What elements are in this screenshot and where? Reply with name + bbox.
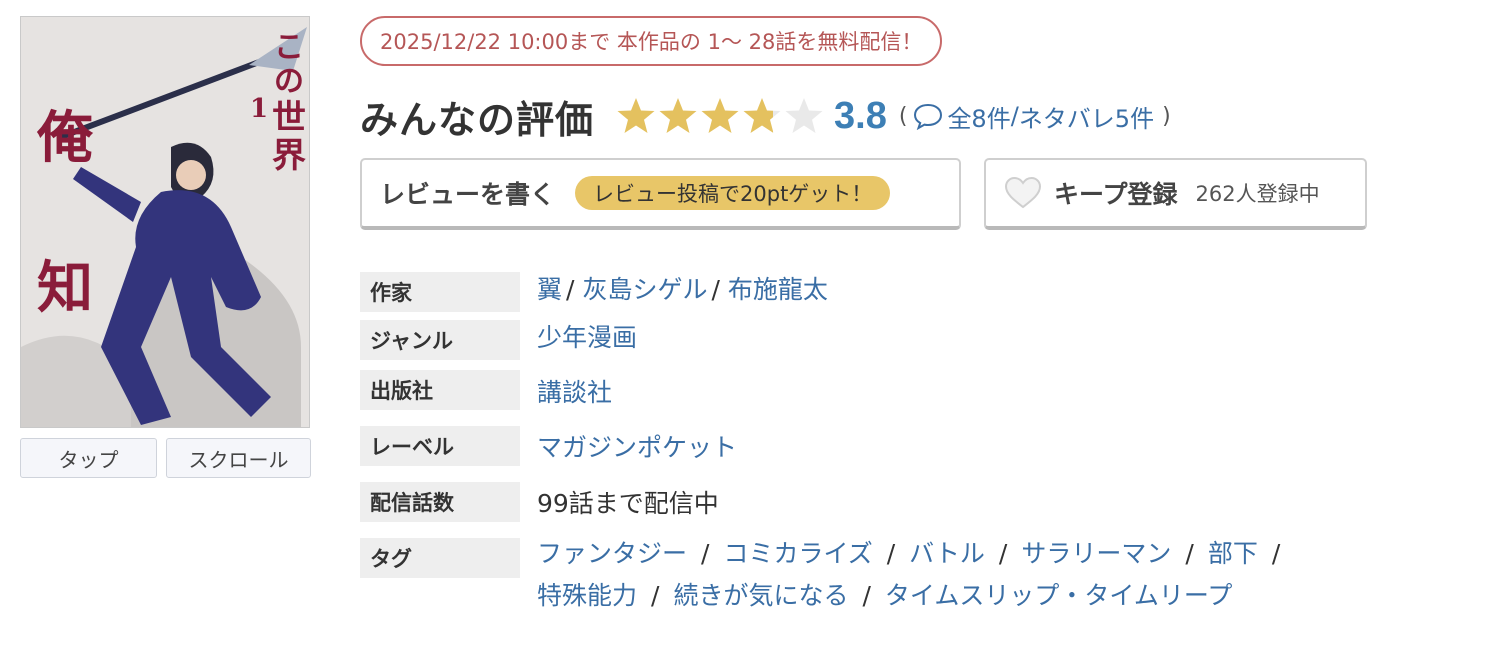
genre-value: 少年漫画	[537, 318, 637, 354]
tag-separator: /	[862, 581, 871, 610]
cover-artwork: こ の 世 界 俺 知 1	[21, 17, 309, 427]
label-value: マガジンポケット	[537, 428, 737, 464]
tag-link[interactable]: 部下	[1208, 539, 1258, 568]
tag-separator: /	[651, 581, 660, 610]
label-link[interactable]: マガジンポケット	[537, 433, 737, 462]
cover-title-glyph-1: こ	[274, 30, 304, 65]
open-paren: (	[898, 103, 908, 129]
publisher-link[interactable]: 講談社	[537, 378, 612, 407]
review-slash: /	[1010, 102, 1019, 130]
genre-link[interactable]: 少年漫画	[537, 323, 637, 352]
close-paren: )	[1162, 103, 1171, 129]
tag-separator: /	[998, 539, 1008, 568]
tag-link[interactable]: 続きが気になる	[673, 581, 848, 610]
author-link-2[interactable]: 灰島シゲル	[582, 275, 707, 304]
tags-label: タグ	[360, 538, 520, 578]
tag-separator: /	[886, 539, 896, 568]
episodes-label: 配信話数	[360, 482, 520, 522]
author-link-3[interactable]: 布施龍太	[728, 275, 828, 304]
tags-line-1: ファンタジー / コミカライズ / バトル / サラリーマン / 部下 /	[537, 534, 1294, 570]
tag-link[interactable]: タイムスリップ・タイムリープ	[885, 581, 1233, 610]
cover-title-glyph-ore: 俺	[36, 105, 94, 171]
rating-score: 3.8	[834, 94, 887, 137]
scroll-view-button[interactable]: スクロール	[166, 438, 311, 478]
keep-button[interactable]: キープ登録 262人登録中	[984, 158, 1367, 230]
author-link-1[interactable]: 翼	[537, 275, 562, 304]
rating-row: みんなの評価 3.8 ( 全8件 / ネタバレ5件 )	[360, 86, 1171, 146]
tag-link[interactable]: ファンタジー	[537, 539, 687, 568]
tap-view-button[interactable]: タップ	[20, 438, 157, 478]
author-label: 作家	[360, 272, 520, 312]
speech-bubble-icon	[914, 103, 943, 130]
cover-volume-number: 1	[250, 94, 268, 124]
cover-title-glyph-2: の	[274, 64, 304, 99]
tag-link[interactable]: サラリーマン	[1021, 539, 1171, 568]
spoiler-reviews-link[interactable]: ネタバレ5件	[1019, 99, 1154, 134]
all-reviews-link[interactable]: 全8件	[947, 99, 1010, 134]
episodes-value: 99話まで配信中	[537, 484, 719, 520]
free-episodes-banner: 2025/12/22 10:00まで 本作品の 1〜 28話を無料配信！	[360, 16, 943, 66]
star-icon	[701, 98, 739, 133]
star-rating	[616, 96, 824, 136]
tags-line-2: 特殊能力 / 続きが気になる / タイムスリップ・タイムリープ	[537, 576, 1232, 612]
tag-link[interactable]: バトル	[909, 539, 985, 568]
write-review-button[interactable]: レビューを書く レビュー投稿で20ptゲット！	[360, 158, 961, 230]
keep-count: 262人登録中	[1195, 182, 1320, 206]
cover-title-glyph-4: 界	[272, 136, 306, 176]
episodes-text: 99話まで配信中	[537, 489, 719, 518]
tag-separator: /	[1185, 539, 1194, 568]
genre-label: ジャンル	[360, 320, 520, 360]
write-review-label: レビューを書く	[380, 180, 556, 209]
review-points-badge: レビュー投稿で20ptゲット！	[575, 176, 891, 210]
tag-separator: /	[701, 539, 710, 568]
tag-separator: /	[1271, 539, 1281, 568]
cover-title-glyph-3: 世	[272, 98, 306, 138]
cover-title-glyph-shiru: 知	[37, 255, 93, 321]
star-icon	[785, 98, 823, 133]
star-icon	[659, 98, 697, 133]
label-label: レーベル	[360, 426, 520, 466]
cover-image[interactable]: こ の 世 界 俺 知 1	[20, 16, 310, 428]
tag-link[interactable]: コミカライズ	[723, 539, 872, 568]
star-icon	[743, 98, 781, 133]
rating-title: みんなの評価	[360, 97, 595, 142]
author-values: 翼 / 灰島シゲル / 布施龍太	[537, 270, 828, 306]
tag-link[interactable]: 特殊能力	[537, 581, 637, 610]
heart-icon	[1004, 176, 1042, 209]
publisher-value: 講談社	[537, 373, 612, 409]
keep-label: キープ登録	[1054, 180, 1178, 209]
publisher-label: 出版社	[360, 370, 520, 410]
star-icon	[617, 98, 655, 133]
author-separator: /	[711, 275, 720, 304]
author-separator: /	[566, 275, 575, 304]
